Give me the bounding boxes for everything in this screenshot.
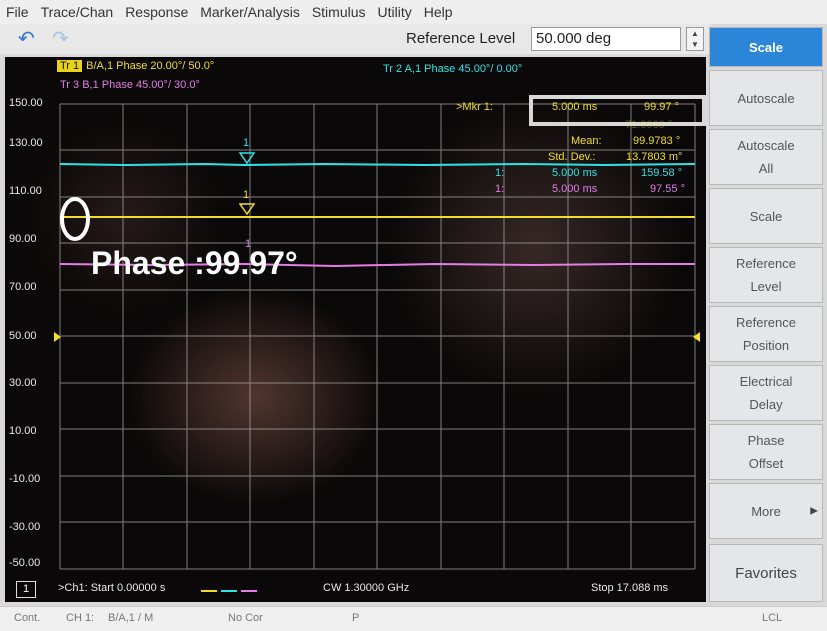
y-tick: 130.00 — [9, 137, 43, 149]
softkey-label: Reference — [736, 315, 796, 330]
softkey-favorites[interactable]: Favorites — [709, 544, 823, 602]
status-correction: No Cor — [228, 612, 263, 624]
phase-annotation: Phase :99.97° — [91, 245, 298, 281]
menu-trace-chan[interactable]: Trace/Chan — [35, 0, 120, 24]
softkey-label: Level — [750, 279, 782, 294]
marker-1-label: >Mkr 1: — [456, 101, 493, 113]
y-tick: 70.00 — [9, 281, 37, 293]
status-parameter: B/A,1 / M — [108, 612, 154, 624]
trace-2-marker[interactable] — [238, 152, 256, 165]
softkey-phase-offset[interactable]: Phase Offset — [709, 424, 823, 480]
y-tick: 10.00 — [9, 425, 37, 437]
redo-icon[interactable]: ↷ — [52, 28, 69, 50]
y-tick: 150.00 — [9, 97, 43, 109]
marker-obscured-value: 71.0000 ° — [625, 119, 673, 131]
softkey-label: Autoscale — [737, 90, 795, 106]
softkey-label: Scale — [749, 39, 783, 55]
softkey-label: Delay — [749, 397, 783, 412]
channel-start: >Ch1: Start 0.00000 s — [58, 582, 166, 594]
softkey-label: Offset — [748, 456, 784, 471]
undo-icon[interactable]: ↶ — [18, 28, 35, 50]
spin-up-icon[interactable]: ▲ — [687, 28, 703, 39]
reference-level-input[interactable]: 50.000 deg — [531, 27, 681, 51]
status-bar: Cont. CH 1: B/A,1 / M No Cor P LCL — [0, 606, 827, 631]
softkey-label: Autoscale — [737, 138, 795, 153]
y-tick: -50.00 — [9, 557, 41, 569]
cw-frequency: CW 1.30000 GHz — [323, 582, 410, 594]
trace-2-line — [59, 162, 696, 167]
softkey-reference-level[interactable]: Reference Level — [709, 247, 823, 303]
status-lcl: LCL — [762, 612, 783, 624]
measurement-display[interactable]: 1 1 1 Tr 1 B/A,1 Phase 20.00°/ 50.0° Tr 2… — [5, 57, 706, 602]
menu-bar: File Trace/Chan Response Marker/Analysis… — [0, 0, 827, 24]
softkey-label: Scale — [749, 208, 783, 224]
softkey-panel: Scale Autoscale Autoscale All Scale Refer… — [709, 27, 827, 605]
spin-down-icon[interactable]: ▼ — [687, 39, 703, 50]
trace-1-marker-label: 1 — [243, 189, 250, 201]
channel-number[interactable]: 1 — [16, 581, 36, 598]
softkey-label: All — [758, 161, 774, 176]
trace-2-marker-value: 159.58 ° — [641, 167, 683, 179]
trace-2-marker-label: 1 — [243, 137, 250, 149]
annotation-circle — [60, 197, 90, 241]
toolbar: ↶ ↷ Reference Level 50.000 deg ▲ ▼ — [0, 24, 710, 54]
grid — [59, 103, 696, 570]
trace-1-text: B/A,1 Phase 20.00°/ 50.0° — [86, 60, 215, 72]
menu-response[interactable]: Response — [119, 0, 194, 24]
marker-1-time: 5.000 ms — [552, 101, 598, 113]
y-tick: -10.00 — [9, 473, 41, 485]
y-tick: -30.00 — [9, 521, 41, 533]
trace-2-marker-time: 5.000 ms — [552, 167, 598, 179]
y-tick: 30.00 — [9, 377, 37, 389]
y-tick: 90.00 — [9, 233, 37, 245]
reference-position-right-arrow — [693, 332, 700, 342]
softkey-label: Electrical — [739, 374, 793, 389]
trace-3-marker-row-label: 1: — [495, 183, 505, 195]
softkey-reference-position[interactable]: Reference Position — [709, 306, 823, 362]
menu-utility[interactable]: Utility — [372, 0, 418, 24]
std-dev-label: Std. Dev.: — [548, 151, 596, 163]
channel-stop: Stop 17.088 ms — [591, 582, 669, 594]
mean-value: 99.9783 ° — [633, 135, 681, 147]
softkey-more[interactable]: More ▶ — [709, 483, 823, 539]
y-tick: 50.00 — [9, 330, 37, 342]
marker-1-value: 99.97 ° — [644, 101, 679, 113]
chevron-right-icon: ▶ — [810, 505, 818, 517]
mean-label: Mean: — [571, 135, 602, 147]
softkey-label: Reference — [736, 256, 796, 271]
reference-level-label: Reference Level — [406, 30, 516, 47]
trace-3-marker-time: 5.000 ms — [552, 183, 598, 195]
trace-1-label[interactable]: Tr 1 B/A,1 Phase 20.00°/ 50.0° — [57, 60, 214, 72]
softkey-label: Phase — [747, 433, 785, 448]
softkey-label: Favorites — [735, 564, 797, 582]
softkey-scale-header[interactable]: Scale — [709, 27, 823, 67]
softkey-label: More — [751, 503, 781, 519]
trace-1-marker[interactable] — [238, 203, 256, 216]
status-p: P — [352, 612, 360, 624]
trace-3-marker-value: 97.55 ° — [650, 183, 685, 195]
menu-stimulus[interactable]: Stimulus — [306, 0, 372, 24]
menu-help[interactable]: Help — [418, 0, 459, 24]
menu-file[interactable]: File — [0, 0, 35, 24]
trace-3-label[interactable]: Tr 3 B,1 Phase 45.00°/ 30.0° — [60, 79, 200, 91]
menu-marker-analysis[interactable]: Marker/Analysis — [194, 0, 306, 24]
softkey-scale[interactable]: Scale — [709, 188, 823, 244]
trace-1-badge[interactable]: Tr 1 — [57, 60, 83, 72]
softkey-electrical-delay[interactable]: Electrical Delay — [709, 365, 823, 421]
trace-2-label[interactable]: Tr 2 A,1 Phase 45.00°/ 0.00° — [383, 63, 522, 75]
status-channel: CH 1: — [66, 612, 95, 624]
status-cont: Cont. — [14, 612, 41, 624]
softkey-autoscale-all[interactable]: Autoscale All — [709, 129, 823, 185]
std-dev-value: 13.7803 m° — [626, 151, 683, 163]
y-tick: 110.00 — [9, 185, 42, 197]
reference-level-spinner[interactable]: ▲ ▼ — [686, 27, 704, 51]
trace-2-marker-row-label: 1: — [495, 167, 505, 179]
softkey-label: Position — [742, 338, 790, 353]
trace-color-legend — [201, 590, 257, 592]
softkey-autoscale[interactable]: Autoscale — [709, 70, 823, 126]
